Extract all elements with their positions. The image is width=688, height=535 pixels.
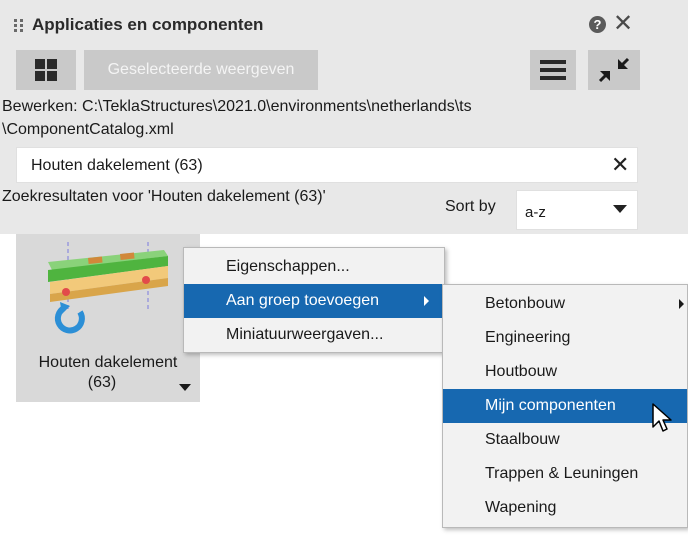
menu-item-properties[interactable]: Eigenschappen... (184, 250, 444, 284)
panel-title: Applicaties en componenten (32, 15, 264, 34)
edit-path-line1: Bewerken: C:\TeklaStructures\2021.0\envi… (2, 98, 472, 115)
submenu-item-staalbouw[interactable]: Staalbouw (443, 423, 687, 457)
edit-path-line2: \ComponentCatalog.xml (2, 121, 174, 138)
submenu-item-mijn-componenten[interactable]: Mijn componenten (443, 389, 687, 423)
mouse-pointer-icon (652, 403, 672, 432)
chevron-down-icon (613, 205, 627, 213)
search-value: Houten dakelement (63) (31, 157, 203, 174)
title-bar[interactable]: Applicaties en componenten ? ✕ (0, 0, 688, 48)
edit-path: Bewerken: C:\TeklaStructures\2021.0\envi… (0, 92, 688, 144)
submenu-item-trappen-leuningen[interactable]: Trappen & Leuningen (443, 457, 687, 491)
submenu-item-houtbouw[interactable]: Houtbouw (443, 355, 687, 389)
submenu-item-engineering[interactable]: Engineering (443, 321, 687, 355)
sort-by-label: Sort by (445, 198, 496, 215)
thumbnail-view-button[interactable] (16, 50, 76, 90)
drag-grip-icon[interactable] (14, 19, 26, 33)
toolbar: Geselecteerde weergeven (0, 48, 688, 92)
search-input[interactable]: Houten dakelement (63) ✕ (16, 147, 638, 183)
component-count: (63) (87, 374, 117, 391)
search-area: Houten dakelement (63) ✕ (0, 144, 688, 188)
menu-item-add-to-group[interactable]: Aan groep toevoegen (184, 284, 444, 318)
submenu-item-wapening[interactable]: Wapening (443, 491, 687, 525)
close-icon[interactable]: ✕ (613, 10, 633, 38)
clear-search-icon[interactable]: ✕ (611, 152, 629, 178)
tile-dropdown-icon[interactable] (179, 384, 191, 391)
menu-item-thumbnails[interactable]: Miniatuurweergaven... (184, 318, 444, 352)
help-icon[interactable]: ? (589, 16, 606, 33)
submenu-arrow-icon (424, 296, 429, 306)
sort-select[interactable]: a-z (516, 190, 638, 230)
sort-value: a-z (525, 204, 546, 221)
component-name: Houten dakelement (38, 354, 178, 371)
roof-element-thumbnail-icon (48, 242, 168, 334)
collapse-button[interactable] (588, 50, 640, 90)
show-selected-button[interactable]: Geselecteerde weergeven (84, 50, 318, 90)
collapse-arrows-icon (598, 57, 630, 83)
context-menu: Eigenschappen... Aan groep toevoegen Min… (183, 247, 445, 353)
component-tile[interactable]: Houten dakelement (63) (16, 234, 200, 402)
list-view-button[interactable] (530, 50, 576, 90)
results-label: Zoekresultaten voor 'Houten dakelement (… (2, 188, 326, 205)
results-bar: Zoekresultaten voor 'Houten dakelement (… (0, 188, 688, 234)
submenu-arrow-icon (679, 299, 684, 309)
submenu-item-betonbouw[interactable]: Betonbouw (443, 287, 687, 321)
